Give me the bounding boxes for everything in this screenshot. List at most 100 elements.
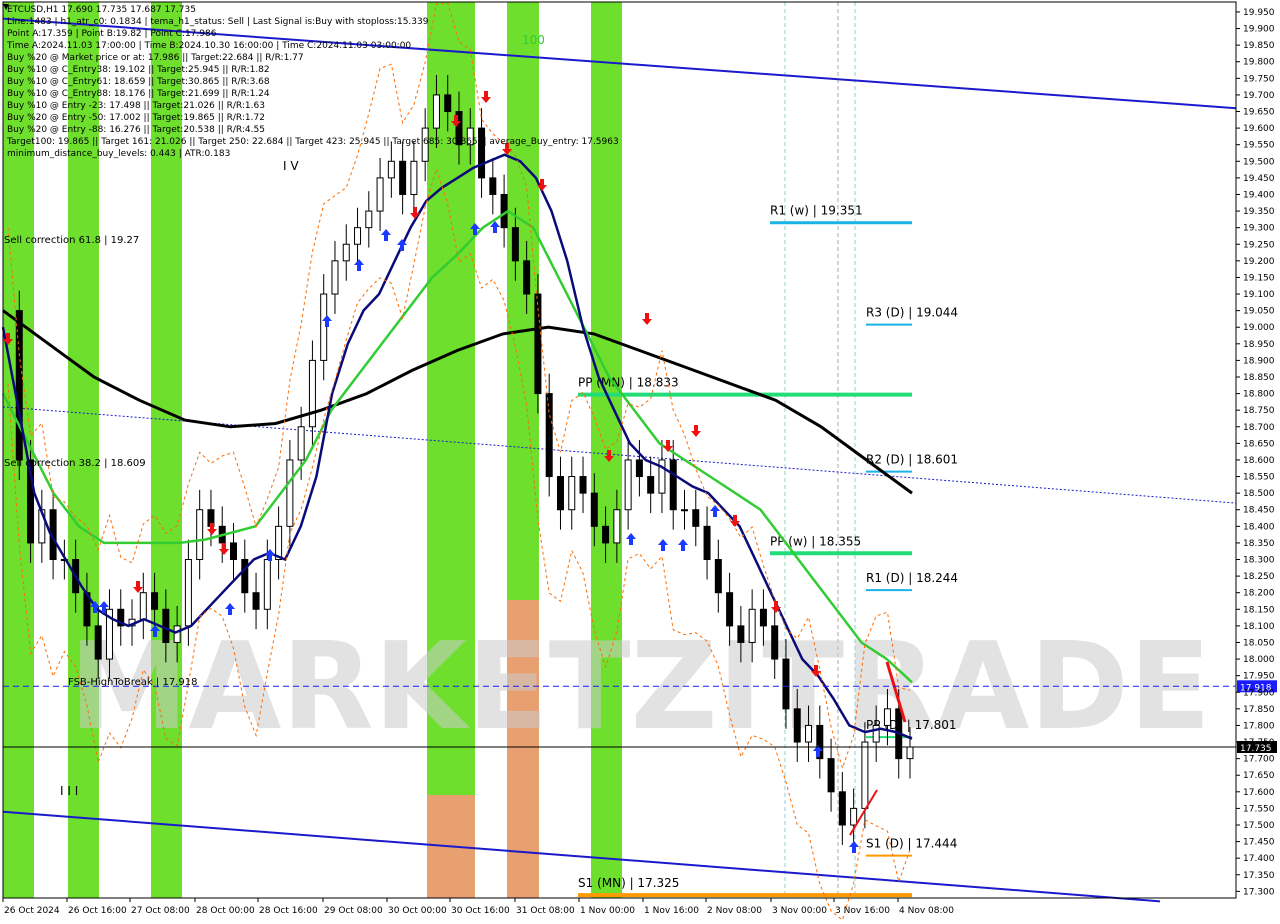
- info-line-7: Buy %10 @ C_Entry88: 18.176 || Target:21…: [7, 89, 270, 99]
- sell-arrow-icon: [642, 313, 652, 325]
- level-label-0: R1 (w) | 19.351: [770, 204, 863, 218]
- y-tick-label-11: 19.400: [1243, 190, 1275, 200]
- info-line-9: Buy %20 @ Entry -50: 17.002 || Target:19…: [7, 113, 265, 123]
- y-tick-label-42: 17.850: [1243, 705, 1275, 715]
- chart-svg: MARKETZITRADE R1 (w) | 19.351 R3 (D) | 19…: [1, 1, 1277, 921]
- candle-body: [241, 559, 249, 594]
- candle-body: [162, 608, 170, 643]
- y-tick-label-17: 19.100: [1243, 290, 1275, 300]
- candle-body: [805, 724, 813, 743]
- buy-arrow-icon: [381, 229, 391, 241]
- level-label-7: S1 (D) | 17.444: [866, 837, 957, 851]
- info-line-1: Line:1483 | h1_atr_c0: 0.1834 | tema_h1_…: [7, 17, 429, 27]
- y-tick-label-27: 18.600: [1243, 456, 1275, 466]
- candle-body: [850, 807, 858, 826]
- y-tick-label-29: 18.500: [1243, 489, 1275, 499]
- buy-arrow-icon: [354, 259, 364, 271]
- buy-arrow-icon: [849, 841, 859, 853]
- candle-body: [523, 260, 531, 295]
- y-tick-label-16: 19.150: [1243, 273, 1275, 283]
- y-tick-label-32: 18.350: [1243, 539, 1275, 549]
- y-tick-label-7: 19.600: [1243, 124, 1275, 134]
- y-tick-label-0: 19.950: [1243, 8, 1275, 18]
- candle-body: [286, 459, 294, 527]
- candle-body: [511, 227, 519, 262]
- pivot-level-layer: R1 (w) | 19.351 R3 (D) | 19.044 PP (MN) | …: [578, 204, 958, 898]
- candle-body: [737, 625, 745, 643]
- x-tick-label-13: 3 Nov 16:00: [835, 906, 890, 916]
- candle-body: [624, 459, 632, 511]
- y-tick-label-50: 17.450: [1243, 838, 1275, 848]
- candle-body: [703, 525, 711, 561]
- sell-arrow-icon: [410, 207, 420, 219]
- chart-area[interactable]: MARKETZITRADE R1 (w) | 19.351 R3 (D) | 19…: [0, 0, 1280, 921]
- y-tick-label-3: 19.800: [1243, 58, 1275, 68]
- x-tick-label-1: 26 Oct 16:00: [68, 906, 127, 916]
- y-tick-label-9: 19.500: [1243, 157, 1275, 167]
- y-tick-label-51: 17.400: [1243, 854, 1275, 864]
- candle-body: [331, 260, 339, 295]
- annotation-4: 100: [522, 33, 545, 47]
- level-label-8: S1 (MN) | 17.325: [578, 876, 679, 890]
- y-tick-label-21: 18.900: [1243, 356, 1275, 366]
- candle-body: [230, 542, 237, 561]
- candle-body: [726, 592, 734, 627]
- info-line-8: Buy %10 @ Entry -23: 17.498 || Target:21…: [7, 101, 265, 111]
- candle-body: [263, 559, 271, 610]
- y-tick-label-13: 19.300: [1243, 224, 1275, 234]
- y-tick-label-46: 17.650: [1243, 771, 1275, 781]
- candle-body: [94, 625, 102, 660]
- candle-body: [196, 509, 204, 561]
- candle-body: [151, 592, 159, 610]
- info-line-0: ETCUSD,H1 17.690 17.735 17.687 17.735: [7, 5, 196, 15]
- candle-body: [714, 559, 722, 594]
- x-tick-label-6: 30 Oct 00:00: [388, 906, 447, 916]
- y-tick-label-36: 18.150: [1243, 605, 1275, 615]
- candle-body: [579, 476, 587, 494]
- candle-body: [139, 592, 147, 620]
- candle-body: [590, 492, 598, 527]
- x-tick-label-4: 28 Oct 16:00: [259, 906, 318, 916]
- info-line-10: Buy %20 @ Entry -88: 16.276 || Target:20…: [7, 125, 265, 135]
- candle-body: [365, 210, 373, 229]
- candle-body: [444, 94, 452, 113]
- y-tick-label-43: 17.800: [1243, 721, 1275, 731]
- y-tick-label-28: 18.550: [1243, 473, 1275, 483]
- annotation-3: I V: [283, 159, 299, 173]
- candle-body: [602, 525, 610, 544]
- buy-arrow-icon: [658, 539, 668, 551]
- candle-body: [376, 177, 384, 212]
- y-tick-label-1: 19.900: [1243, 25, 1275, 35]
- info-line-12: minimum_distance_buy_levels: 0.443 | ATR…: [7, 149, 230, 159]
- info-line-3: Time A:2024.11.03 17:00:00 | Time B:2024…: [6, 41, 411, 51]
- annotation-5: I I I: [60, 784, 78, 798]
- candle-body: [184, 559, 192, 627]
- buy-arrow-icon: [710, 505, 720, 517]
- x-tick-label-10: 1 Nov 16:00: [644, 906, 699, 916]
- watermark-layer: MARKETZITRADE: [69, 618, 1211, 757]
- x-tick-label-9: 1 Nov 00:00: [580, 906, 635, 916]
- candle-body: [489, 177, 497, 195]
- candle-body: [478, 127, 486, 179]
- candle-body: [861, 741, 869, 809]
- y-tick-label-40: 17.950: [1243, 672, 1275, 682]
- candle-body: [748, 608, 756, 643]
- y-tick-label-24: 18.750: [1243, 406, 1275, 416]
- candle-body: [827, 758, 835, 793]
- buy-arrow-icon: [678, 539, 688, 551]
- level-label-2: PP (MN) | 18.833: [578, 376, 679, 390]
- x-tick-label-8: 31 Oct 08:00: [516, 906, 575, 916]
- candle-body: [320, 293, 328, 361]
- annotation-0: Sell correction 61.8 | 19.27: [4, 235, 139, 246]
- buy-arrow-icon: [225, 603, 235, 615]
- y-tick-label-6: 19.650: [1243, 108, 1275, 118]
- candle-body: [906, 746, 914, 760]
- sell-arrow-icon: [691, 425, 701, 437]
- y-tick-label-23: 18.800: [1243, 390, 1275, 400]
- y-tick-label-26: 18.650: [1243, 439, 1275, 449]
- y-tick-label-47: 17.600: [1243, 788, 1275, 798]
- candle-body: [297, 426, 305, 461]
- buy-arrow-icon: [626, 533, 636, 545]
- y-tick-label-44: 17.750: [1243, 738, 1275, 748]
- y-tick-label-41: 17.900: [1243, 688, 1275, 698]
